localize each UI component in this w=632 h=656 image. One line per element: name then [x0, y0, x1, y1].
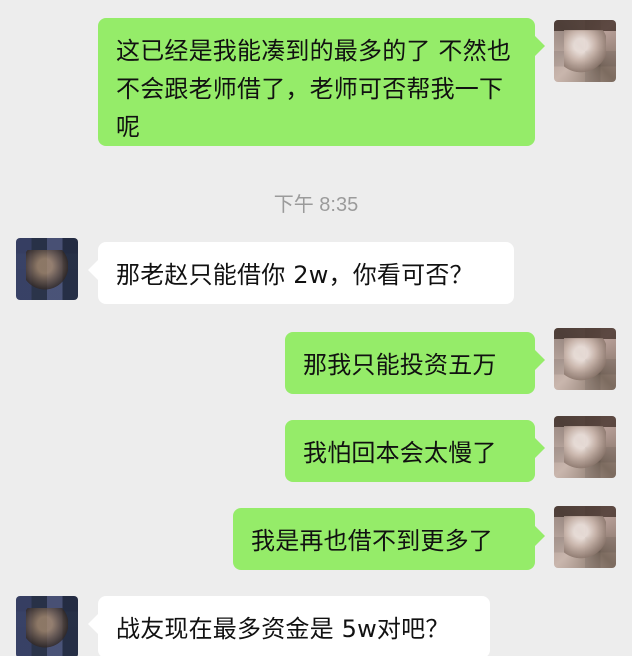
user-avatar[interactable] — [554, 506, 616, 568]
message-text: 这已经是我能凑到的最多的了 不然也不会跟老师借了，老师可否帮我一下呢 — [116, 37, 512, 141]
message-text: 那我只能投资五万 — [303, 351, 497, 379]
user-avatar[interactable] — [554, 416, 616, 478]
chat-thread: 这已经是我能凑到的最多的了 不然也不会跟老师借了，老师可否帮我一下呢 下午 8:… — [0, 0, 632, 656]
message-bubble[interactable]: 战友现在最多资金是 5w对吧？ — [88, 596, 490, 656]
user-avatar[interactable] — [554, 328, 616, 390]
contact-avatar[interactable] — [16, 596, 78, 656]
user-avatar[interactable] — [554, 20, 616, 82]
message-text: 我是再也借不到更多了 — [251, 527, 493, 555]
message-bubble[interactable]: 我是再也借不到更多了 — [233, 508, 545, 570]
timestamp: 下午 8:35 — [273, 194, 359, 216]
message-text: 战友现在最多资金是 5w对吧？ — [116, 615, 450, 643]
message-bubble[interactable]: 那老赵只能借你 2w，你看可否？ — [88, 242, 514, 304]
message-bubble[interactable]: 这已经是我能凑到的最多的了 不然也不会跟老师借了，老师可否帮我一下呢 — [98, 18, 545, 146]
message-text: 那老赵只能借你 2w，你看可否？ — [116, 261, 474, 289]
message-text: 我怕回本会太慢了 — [303, 439, 497, 467]
contact-avatar[interactable] — [16, 238, 78, 300]
message-bubble[interactable]: 那我只能投资五万 — [285, 332, 545, 394]
message-bubble[interactable]: 我怕回本会太慢了 — [285, 420, 545, 482]
